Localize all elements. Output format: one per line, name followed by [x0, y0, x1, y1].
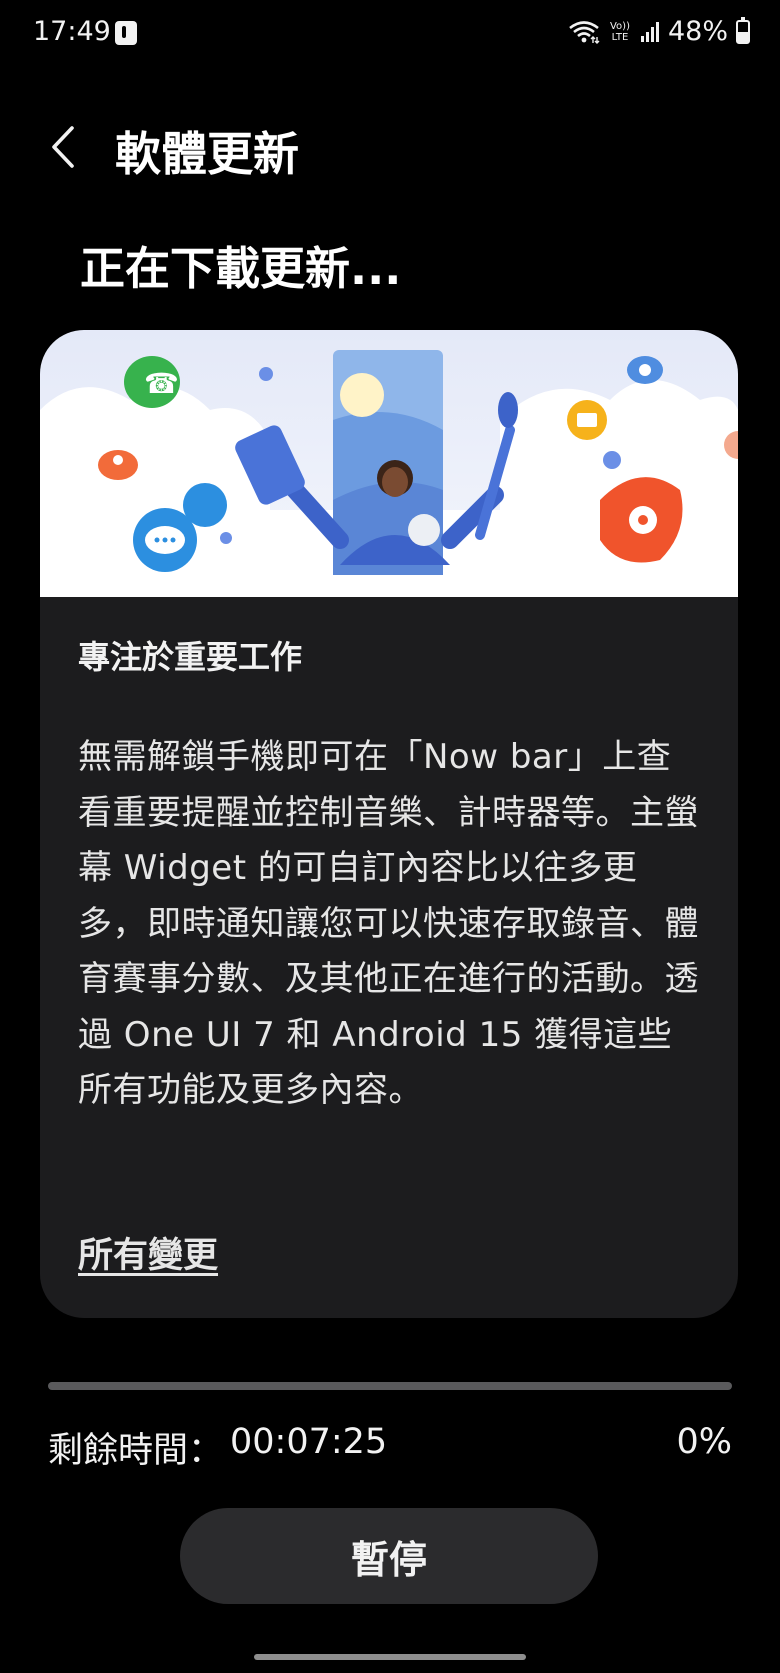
progress-percent: 0% [676, 1422, 732, 1462]
software-update-screen: 17:49 Vo)) LTE 48% 軟體更新 正在下載更新... ☎ 專注於重… [0, 0, 780, 1673]
page-title: 軟體更新 [115, 127, 299, 181]
back-button[interactable] [46, 122, 86, 172]
download-status-heading: 正在下載更新... [80, 242, 402, 295]
feature-info-card: ☎ 專注於重要工作 無需解鎖手機即可在「Now bar」上查看重要提醒並控制音樂… [40, 330, 738, 1318]
card-headline: 專注於重要工作 [78, 638, 303, 676]
chevron-left-icon [52, 126, 74, 168]
download-progress-bar [48, 1382, 732, 1390]
hero-illustration: ☎ [40, 330, 738, 597]
remaining-time-row: 剩餘時間： 00:07:25 0% [48, 1422, 732, 1472]
volte-label-bottom: LTE [611, 31, 629, 43]
home-indicator[interactable] [254, 1654, 526, 1660]
remaining-time-label: 剩餘時間： [48, 1431, 224, 1471]
battery-icon [736, 16, 750, 44]
status-bar: 17:49 Vo)) LTE 48% [0, 0, 780, 70]
remaining-time-value: 00:07:25 [230, 1422, 388, 1462]
card-body-text: 無需解鎖手機即可在「Now bar」上查看重要提醒並控制音樂、計時器等。主螢幕 … [78, 737, 699, 1110]
status-time: 17:49 [33, 16, 111, 47]
all-changes-link[interactable]: 所有變更 [78, 1227, 218, 1278]
battery-percent: 48% [667, 16, 728, 47]
volte-icon: Vo)) LTE [608, 21, 632, 43]
tiktok-icon [115, 21, 137, 45]
pause-button[interactable]: 暫停 [180, 1508, 598, 1604]
cellular-signal-icon [640, 21, 660, 43]
wifi-icon [568, 19, 600, 45]
status-icons: Vo)) LTE 48% [568, 16, 750, 47]
svg-text:☎: ☎ [144, 367, 179, 400]
volte-label-top: Vo)) [609, 20, 630, 32]
